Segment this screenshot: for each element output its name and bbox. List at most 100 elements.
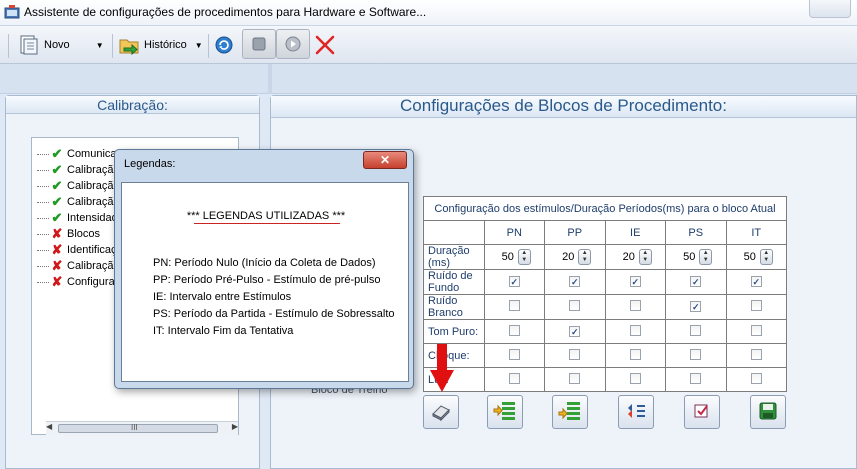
duration-cell: 50 ▲ ▼ bbox=[725, 244, 787, 270]
checkbox[interactable] bbox=[508, 348, 520, 360]
column-header: PP bbox=[544, 220, 606, 245]
spinner-arrows-icon[interactable]: ▲ ▼ bbox=[578, 249, 592, 265]
stimulus-cell: ✓ bbox=[665, 294, 727, 320]
duration-stepper[interactable]: 50 ▲ ▼ bbox=[679, 249, 713, 265]
duration-value[interactable]: 20 bbox=[619, 249, 639, 265]
insert-after-button[interactable] bbox=[552, 395, 588, 429]
checkmark-icon: ✔ bbox=[51, 146, 63, 161]
duration-value[interactable]: 50 bbox=[679, 249, 699, 265]
novo-button[interactable]: Novo ▼ bbox=[18, 32, 104, 58]
checkbox-checked[interactable]: ✓ bbox=[508, 276, 520, 287]
scroll-right-icon[interactable]: ▶ bbox=[232, 422, 238, 431]
checkbox[interactable] bbox=[569, 348, 581, 360]
duration-value[interactable]: 20 bbox=[558, 249, 578, 265]
duration-value[interactable]: 50 bbox=[498, 249, 518, 265]
tree-item[interactable]: ✘ Blocos bbox=[32, 226, 100, 242]
spinner-arrows-icon[interactable]: ▲ ▼ bbox=[699, 249, 713, 265]
spinner-arrows-icon[interactable]: ▲ ▼ bbox=[517, 249, 531, 265]
chevron-down-icon[interactable]: ▼ bbox=[195, 41, 203, 50]
tree-item[interactable]: ✔ Calibração bbox=[32, 194, 120, 210]
tree-item-label: Calibração bbox=[67, 260, 120, 272]
checkbox[interactable] bbox=[508, 372, 520, 384]
duration-stepper[interactable]: 20 ▲ ▼ bbox=[558, 249, 592, 265]
scroll-left-icon[interactable]: ◀ bbox=[46, 422, 52, 431]
checkbox[interactable] bbox=[569, 372, 581, 384]
tree-item[interactable]: ✔ Calibração bbox=[32, 162, 120, 178]
checklist-button[interactable] bbox=[684, 395, 720, 429]
duration-cell: 20 ▲ ▼ bbox=[544, 244, 606, 270]
toolbar: Novo ▼ Histórico ▼ bbox=[0, 26, 857, 64]
checkbox-checked[interactable]: ✓ bbox=[750, 276, 762, 287]
toolbar-separator bbox=[112, 34, 113, 58]
play-button[interactable] bbox=[276, 29, 310, 59]
checkbox[interactable] bbox=[508, 324, 520, 336]
legend-close-button[interactable]: ✕ bbox=[363, 151, 407, 169]
stimulus-cell bbox=[483, 294, 545, 320]
historico-button[interactable]: Histórico ▼ bbox=[118, 32, 203, 58]
checkbox-checked[interactable]: ✓ bbox=[569, 325, 581, 337]
stimulus-cell bbox=[483, 367, 545, 392]
stimulus-label: Tom Puro: bbox=[423, 319, 485, 344]
stimulus-cell bbox=[665, 343, 727, 368]
chevron-down-icon[interactable]: ▼ bbox=[96, 41, 104, 50]
duration-stepper[interactable]: 50 ▲ ▼ bbox=[498, 249, 531, 265]
duration-value[interactable]: 50 bbox=[740, 249, 760, 265]
checkbox[interactable] bbox=[750, 372, 762, 384]
tree-item[interactable]: ✔ Intensidade bbox=[32, 210, 124, 226]
stimulus-cell: ✓ bbox=[544, 269, 606, 295]
checkbox[interactable] bbox=[750, 348, 762, 360]
checkbox[interactable] bbox=[750, 324, 762, 336]
checkbox[interactable] bbox=[629, 372, 641, 384]
close-icon: ✕ bbox=[379, 153, 391, 167]
duration-stepper[interactable]: 20 ▲ ▼ bbox=[619, 249, 652, 265]
duration-row: Duração (ms) 50 ▲ ▼ 20 ▲ ▼ 20 ▲ ▼ 50 ▲ ▼ 50 ▲ ▼ bbox=[423, 244, 787, 270]
checkbox[interactable] bbox=[629, 348, 641, 360]
checkbox-checked[interactable]: ✓ bbox=[690, 276, 702, 287]
eraser-button[interactable] bbox=[423, 395, 459, 429]
horizontal-scrollbar[interactable]: ◀ III ▶ bbox=[46, 421, 238, 435]
checkbox[interactable] bbox=[629, 324, 641, 336]
spinner-arrows-icon[interactable]: ▲ ▼ bbox=[759, 249, 773, 265]
checkbox[interactable] bbox=[750, 300, 762, 311]
stimulus-row: Choque: bbox=[423, 343, 787, 368]
checkbox[interactable] bbox=[508, 300, 520, 311]
legend-item: IT: Intervalo Fim da Tentativa bbox=[153, 325, 294, 337]
legend-dialog-body: *** LEGENDAS UTILIZADAS *** PN: Período … bbox=[121, 182, 409, 382]
reorder-button[interactable] bbox=[618, 395, 654, 429]
tree-item[interactable]: ✔ Calibração bbox=[32, 178, 120, 194]
duration-cell: 50 ▲ ▼ bbox=[483, 244, 545, 270]
cancel-button[interactable] bbox=[314, 32, 336, 58]
checkbox[interactable] bbox=[569, 300, 581, 311]
legend-dialog-title: Legendas: bbox=[124, 158, 176, 170]
window-close-button[interactable] bbox=[809, 0, 851, 18]
scrollbar-thumb[interactable]: III bbox=[58, 423, 218, 433]
save-button[interactable] bbox=[750, 395, 786, 429]
stimulus-cell: ✓ bbox=[725, 269, 787, 295]
checklist-icon bbox=[692, 401, 712, 424]
legend-item: PP: Período Pré-Pulso - Estímulo de pré-… bbox=[153, 274, 381, 286]
stimulus-cell bbox=[604, 294, 666, 320]
insert-before-button[interactable] bbox=[487, 395, 523, 429]
duration-stepper[interactable]: 50 ▲ ▼ bbox=[740, 249, 773, 265]
spinner-arrows-icon[interactable]: ▲ ▼ bbox=[638, 249, 652, 265]
historico-label: Histórico bbox=[144, 39, 187, 51]
checkbox-checked[interactable]: ✓ bbox=[690, 301, 702, 312]
title-bar: Assistente de configurações de procedime… bbox=[0, 0, 857, 26]
tree-connector bbox=[37, 201, 49, 203]
tree-item-label: Calibração bbox=[67, 180, 120, 192]
procedure-blocks-title: Configurações de Blocos de Procedimento: bbox=[271, 96, 856, 118]
tree-connector bbox=[37, 185, 49, 187]
checkmark-icon: ✔ bbox=[51, 194, 63, 209]
checkbox[interactable] bbox=[629, 300, 641, 311]
tree-item[interactable]: ✘ Calibração bbox=[32, 258, 120, 274]
checkbox-checked[interactable]: ✓ bbox=[569, 276, 581, 287]
checkbox[interactable] bbox=[690, 324, 702, 336]
refresh-button[interactable] bbox=[214, 32, 234, 58]
checkbox[interactable] bbox=[690, 372, 702, 384]
checkbox-checked[interactable]: ✓ bbox=[629, 276, 641, 287]
stop-button[interactable] bbox=[242, 29, 276, 59]
checkbox[interactable] bbox=[690, 348, 702, 360]
refresh-icon bbox=[215, 36, 233, 54]
tree-connector bbox=[37, 153, 49, 155]
legend-item: IE: Intervalo entre Estímulos bbox=[153, 291, 292, 303]
